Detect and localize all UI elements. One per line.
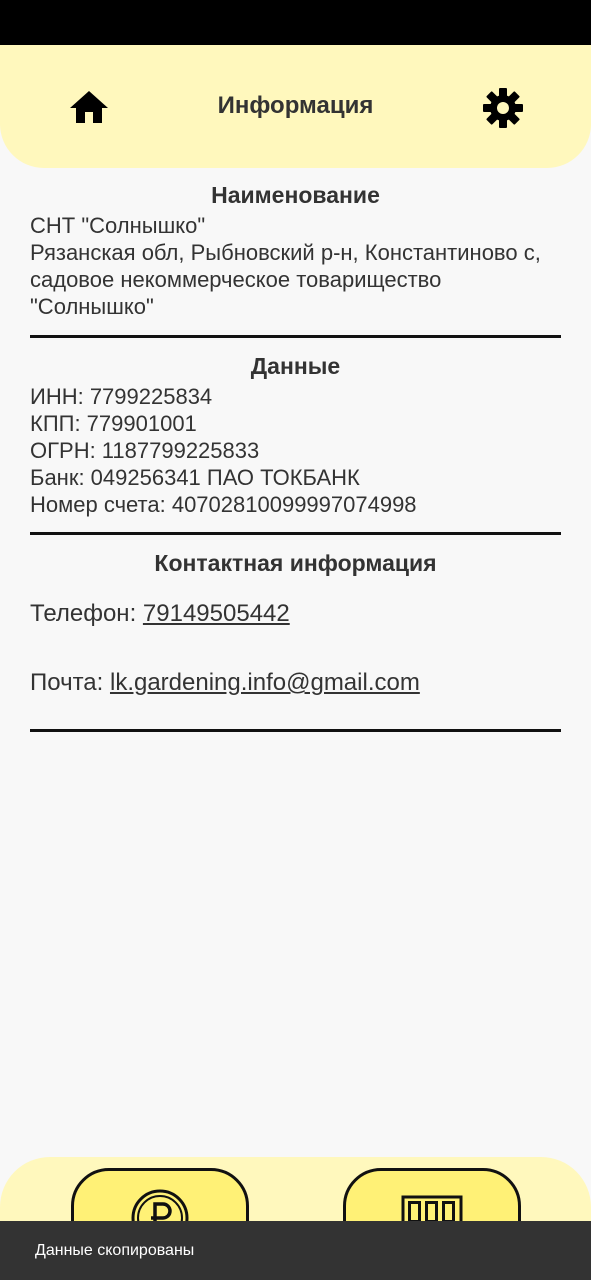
email-link[interactable]: lk.gardening.info@gmail.com <box>110 669 420 696</box>
section-title-data: Данные <box>250 353 341 379</box>
screen: Информация Наименование СНТ "Солнышко" Р… <box>0 0 591 1280</box>
org-type-line: садовое некоммерческое товарищество <box>30 267 442 292</box>
home-icon <box>70 91 108 123</box>
app-header: Информация <box>0 45 591 168</box>
inn-line[interactable]: ИНН: 7799225834 <box>30 383 561 410</box>
divider <box>30 335 561 338</box>
section-title-contacts: Контактная информация <box>154 550 437 576</box>
name-line: СНТ "Солнышко" <box>30 213 206 238</box>
snackbar-message: Данные скопированы <box>35 1242 195 1259</box>
ogrn-line[interactable]: ОГРН: 1187799225833 <box>30 437 561 464</box>
email-row: Почта: lk.gardening.info@gmail.com <box>30 666 561 700</box>
email-label: Почта: <box>30 669 110 696</box>
phone-label: Телефон: <box>30 600 143 627</box>
divider <box>30 532 561 535</box>
divider <box>30 729 561 732</box>
phone-row: Телефон: 79149505442 <box>30 597 561 631</box>
home-button[interactable] <box>64 85 114 129</box>
status-bar <box>0 0 591 45</box>
kpp-line[interactable]: КПП: 779901001 <box>30 410 561 437</box>
section-title-name: Наименование <box>211 182 380 208</box>
snackbar: Данные скопированы <box>0 1221 591 1280</box>
org-name-line: "Солнышко" <box>30 294 154 319</box>
phone-link[interactable]: 79149505442 <box>143 600 290 627</box>
settings-button[interactable] <box>478 83 528 133</box>
page-title: Информация <box>217 92 374 119</box>
account-line[interactable]: Номер счета: 40702810099997074998 <box>30 491 561 518</box>
address-line: Рязанская обл, Рыбновский р-н, Константи… <box>30 240 541 265</box>
gear-icon <box>483 88 523 128</box>
bank-line[interactable]: Банк: 049256341 ПАО ТОКБАНК <box>30 464 561 491</box>
info-content: Наименование СНТ "Солнышко" Рязанская об… <box>30 178 561 732</box>
